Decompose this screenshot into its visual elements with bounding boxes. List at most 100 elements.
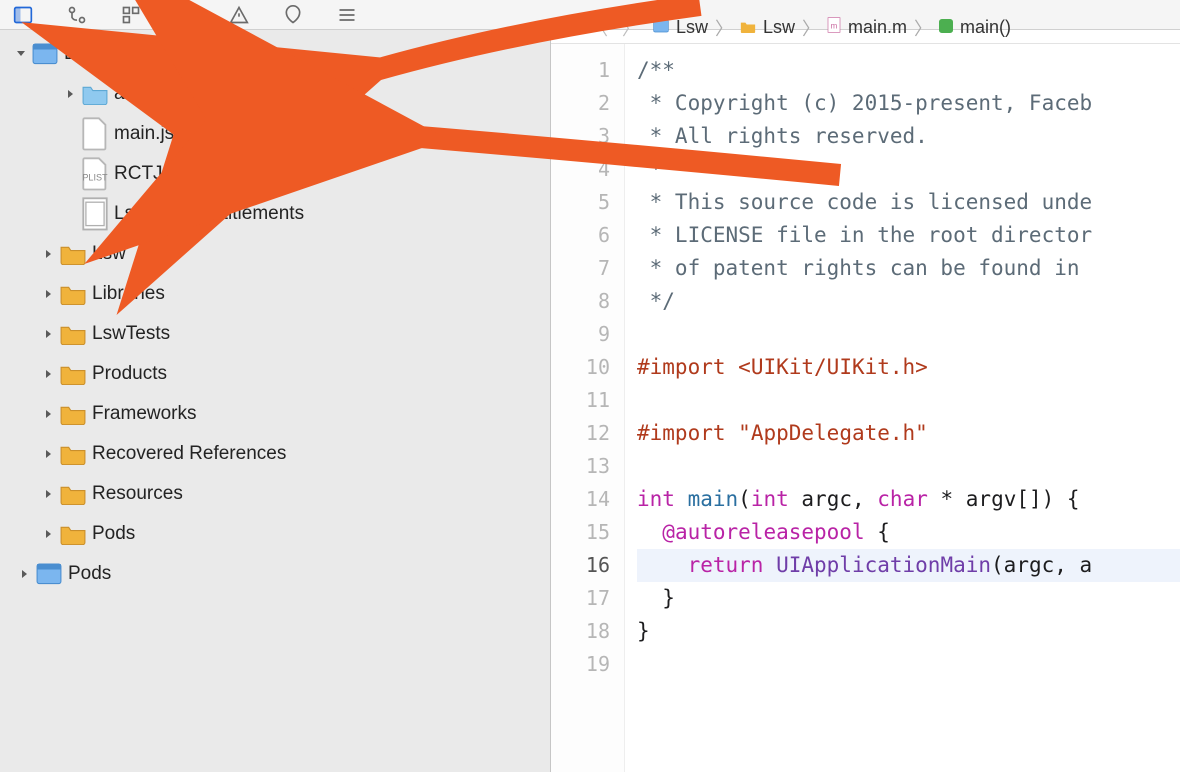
back-icon[interactable]: 〈 <box>591 15 608 40</box>
navigator-row[interactable]: PLIST RCTJShareConfig.plist <box>0 154 550 194</box>
code-line[interactable] <box>637 384 1180 417</box>
navigator-item-label: Lsw-tvOS.entitlements <box>114 203 304 225</box>
code-line[interactable]: #import <UIKit/UIKit.h> <box>637 351 1180 384</box>
code-line[interactable]: return UIApplicationMain(argc, a <box>637 549 1180 582</box>
navigator-row[interactable]: Lsw <box>0 234 550 274</box>
svg-text:PLIST: PLIST <box>82 173 108 183</box>
disclosure-triangle-icon[interactable] <box>42 527 56 541</box>
code-line[interactable]: /** <box>637 54 1180 87</box>
disclosure-triangle-icon[interactable] <box>42 367 56 381</box>
navigator-row[interactable]: Pods <box>0 514 550 554</box>
navigator-row[interactable]: Lsw-tvOS.entitlements <box>0 194 550 234</box>
code-line[interactable]: * <box>637 153 1180 186</box>
navigator-row[interactable]: LswTests <box>0 314 550 354</box>
line-number-gutter: 12345678910111213141516171819 <box>551 44 625 772</box>
disclosure-triangle-open-icon[interactable] <box>14 47 28 61</box>
disclosure-triangle-icon[interactable] <box>42 407 56 421</box>
disclosure-triangle-icon[interactable] <box>64 87 78 101</box>
folder-icon <box>60 403 86 425</box>
issue-navigator-icon[interactable] <box>226 4 252 26</box>
folder-icon <box>60 243 86 265</box>
navigator-item-label: Products <box>92 363 167 385</box>
breadcrumb[interactable]: Lsw 〉 Lsw 〉 m main.m 〉 main() <box>653 15 1011 41</box>
forward-icon[interactable]: 〉 <box>622 15 639 40</box>
chevron-right-icon: 〉 <box>715 15 733 41</box>
code-line[interactable]: * LICENSE file in the root director <box>637 219 1180 252</box>
project-navigator-icon[interactable] <box>10 4 36 26</box>
project-navigator[interactable]: Lsw assets main.jsbundle PLIST RCTJShareCon… <box>0 30 551 772</box>
code-content[interactable]: /** * Copyright (c) 2015-present, Faceb … <box>625 44 1180 772</box>
code-line[interactable] <box>637 318 1180 351</box>
folder-icon <box>60 443 86 465</box>
svg-text:m: m <box>831 21 838 30</box>
objc-file-icon: m <box>827 17 841 38</box>
function-icon <box>939 17 953 38</box>
debug-navigator-icon[interactable] <box>334 4 360 26</box>
xcodeproj-icon <box>653 17 669 38</box>
file-icon <box>82 123 108 145</box>
find-navigator-icon[interactable] <box>172 4 198 26</box>
code-line[interactable]: * Copyright (c) 2015-present, Faceb <box>637 87 1180 120</box>
disclosure-triangle-icon[interactable] <box>42 447 56 461</box>
code-line[interactable]: } <box>637 582 1180 615</box>
navigator-item-label: Frameworks <box>92 403 197 425</box>
source-editor: 〈 〉 Lsw 〉 Lsw 〉 m main.m 〉 main() 123456… <box>551 30 1180 772</box>
chevron-right-icon: 〉 <box>802 15 820 41</box>
navigator-item-label: LswTests <box>92 323 170 345</box>
navigator-item-label: Libraries <box>92 283 165 305</box>
navigator-row[interactable]: Frameworks <box>0 394 550 434</box>
folder-icon <box>60 483 86 505</box>
folder-icon <box>740 17 756 38</box>
code-line[interactable]: @autoreleasepool { <box>637 516 1180 549</box>
navigator-row[interactable]: main.jsbundle <box>0 114 550 154</box>
folder-icon <box>60 283 86 305</box>
navigator-row-project[interactable]: Lsw <box>0 34 550 74</box>
code-line[interactable]: * All rights reserved. <box>637 120 1180 153</box>
disclosure-triangle-icon[interactable] <box>42 487 56 501</box>
project-name: Pods <box>68 563 111 585</box>
navigator-item-label: assets <box>114 83 169 105</box>
entitlements-icon <box>82 203 108 225</box>
code-line[interactable]: int main(int argc, char * argv[]) { <box>637 483 1180 516</box>
symbol-navigator-icon[interactable] <box>118 4 144 26</box>
folder-icon <box>60 523 86 545</box>
navigator-row[interactable]: Resources <box>0 474 550 514</box>
navigator-item-label: Pods <box>92 523 135 545</box>
navigator-item-label: Lsw <box>92 243 126 265</box>
code-line[interactable]: * This source code is licensed unde <box>637 186 1180 219</box>
navigator-row[interactable]: Products <box>0 354 550 394</box>
navigator-row[interactable]: assets <box>0 74 550 114</box>
related-items-icon[interactable] <box>559 18 577 38</box>
navigator-row[interactable]: Recovered References <box>0 434 550 474</box>
navigator-row-project-pods[interactable]: Pods <box>0 554 550 594</box>
disclosure-triangle-icon[interactable] <box>42 287 56 301</box>
code-line[interactable]: * of patent rights can be found in <box>637 252 1180 285</box>
navigator-item-label: Resources <box>92 483 183 505</box>
folder-icon <box>60 323 86 345</box>
test-navigator-icon[interactable] <box>280 4 306 26</box>
breadcrumb-item[interactable]: Lsw <box>676 17 708 38</box>
breadcrumb-item[interactable]: Lsw <box>763 17 795 38</box>
breadcrumb-item[interactable]: main() <box>960 17 1011 38</box>
source-control-icon[interactable] <box>64 4 90 26</box>
plist-icon: PLIST <box>82 163 108 185</box>
folder-icon <box>60 363 86 385</box>
navigator-item-label: RCTJShareConfig.plist <box>114 163 307 185</box>
chevron-right-icon: 〉 <box>914 15 932 41</box>
code-line[interactable]: } <box>637 615 1180 648</box>
breadcrumb-item[interactable]: main.m <box>848 17 907 38</box>
code-line[interactable]: #import "AppDelegate.h" <box>637 417 1180 450</box>
xcodeproj-icon <box>32 43 58 65</box>
project-name: Lsw <box>64 43 98 65</box>
navigator-row[interactable]: Libraries <box>0 274 550 314</box>
folder-blue-icon <box>82 83 108 105</box>
navigator-item-label: Recovered References <box>92 443 286 465</box>
disclosure-triangle-icon[interactable] <box>42 247 56 261</box>
disclosure-triangle-icon[interactable] <box>18 567 32 581</box>
navigator-item-label: main.jsbundle <box>114 123 231 145</box>
jump-bar[interactable]: 〈 〉 Lsw 〉 Lsw 〉 m main.m 〉 main() <box>551 12 1180 44</box>
code-line[interactable]: */ <box>637 285 1180 318</box>
disclosure-triangle-icon[interactable] <box>42 327 56 341</box>
code-line[interactable] <box>637 648 1180 681</box>
code-line[interactable] <box>637 450 1180 483</box>
